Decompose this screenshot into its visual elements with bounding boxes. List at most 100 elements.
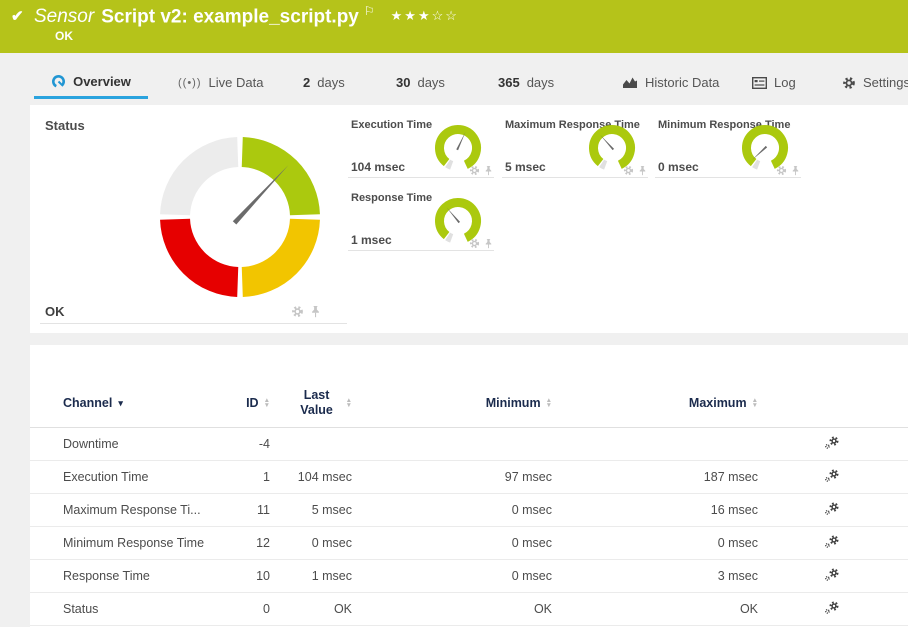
channel-name: Maximum Response Ti...: [30, 493, 230, 526]
channel-maximum: OK: [552, 592, 758, 625]
priority-stars-rating[interactable]: ★★★☆☆: [391, 8, 459, 23]
gauge-segment-error: [175, 219, 238, 282]
gauge-needle: [233, 163, 290, 224]
channel-minimum: [352, 427, 552, 460]
column-label: ID: [246, 396, 259, 410]
gear-icon[interactable]: [469, 238, 480, 249]
area-chart-icon: [622, 76, 638, 89]
column-header-last-value[interactable]: Last Value▲▼: [270, 379, 352, 427]
tab-settings[interactable]: Settings: [842, 66, 908, 99]
channel-last-value: OK: [270, 592, 352, 625]
column-header-minimum[interactable]: Minimum▲▼: [352, 379, 552, 427]
column-label: Minimum: [486, 396, 541, 410]
pin-icon[interactable]: [638, 165, 647, 176]
table-row: Status 0 OK OK OK: [30, 592, 908, 625]
tab-365-days[interactable]: 365 days: [498, 66, 554, 99]
sensor-page: ✔ SensorScript v2: example_script.py⚐★★★…: [0, 0, 908, 627]
tab-30-days[interactable]: 30 days: [396, 66, 445, 99]
gauge-segment-inactive: [175, 152, 238, 215]
tab-live-data[interactable]: ((•)) Live Data: [178, 66, 263, 99]
status-panel-controls: [291, 305, 321, 318]
channel-settings-gears-icon[interactable]: [824, 600, 840, 615]
gauge-value: 0 msec: [658, 160, 699, 174]
page-title: Script v2: example_script.py: [101, 6, 359, 27]
channel-minimum: 0 msec: [352, 559, 552, 592]
gear-icon: [842, 76, 856, 90]
column-header-channel[interactable]: Channel▾: [30, 379, 230, 427]
gauge-icon: [51, 74, 66, 89]
sort-descending-icon: ▾: [118, 398, 123, 408]
priority-flag-icon[interactable]: ⚐: [364, 4, 375, 18]
gauge-value: 5 msec: [505, 160, 546, 174]
tab-label: days: [317, 75, 344, 90]
gear-icon[interactable]: [291, 305, 304, 318]
tab-historic-data[interactable]: Historic Data: [622, 66, 719, 99]
object-kind-label: Sensor: [34, 6, 94, 27]
channel-minimum: 0 msec: [352, 526, 552, 559]
channel-settings-gears-icon[interactable]: [824, 501, 840, 516]
channel-maximum: 3 msec: [552, 559, 758, 592]
tab-label: days: [417, 75, 444, 90]
channel-name: Minimum Response Time: [30, 526, 230, 559]
gauge-segment-warning: [242, 219, 305, 282]
tab-log[interactable]: Log: [752, 66, 796, 99]
status-gauge: [155, 132, 325, 302]
channel-id: 0: [230, 592, 270, 625]
channel-table-body: Downtime -4 Execution Time 1 104 msec 97…: [30, 427, 908, 625]
channel-last-value: 104 msec: [270, 460, 352, 493]
tab-2-days[interactable]: 2 days: [303, 66, 345, 99]
channel-settings-gears-icon[interactable]: [824, 534, 840, 549]
gear-icon[interactable]: [623, 165, 634, 176]
gauge-controls: [469, 238, 493, 249]
table-row: Execution Time 1 104 msec 97 msec 187 ms…: [30, 460, 908, 493]
pin-icon[interactable]: [484, 238, 493, 249]
channel-settings-gears-icon[interactable]: [824, 468, 840, 483]
channel-id: 11: [230, 493, 270, 526]
tab-number: 30: [396, 75, 410, 90]
tab-overview[interactable]: Overview: [34, 66, 148, 99]
channel-id: 10: [230, 559, 270, 592]
gauge-label: Execution Time: [351, 119, 432, 131]
column-label: Maximum: [689, 396, 747, 410]
channel-name: Status: [30, 592, 230, 625]
column-label: Last Value: [293, 388, 341, 418]
table-row: Downtime -4: [30, 427, 908, 460]
gauge-value: 1 msec: [351, 233, 392, 247]
mini-gauge-minimum-response-time: Minimum Response Time 0 msec: [655, 117, 801, 178]
gauge-value: 104 msec: [351, 160, 405, 174]
channel-minimum: 0 msec: [352, 493, 552, 526]
log-list-icon: [752, 77, 767, 89]
channel-last-value: 1 msec: [270, 559, 352, 592]
pin-icon[interactable]: [310, 305, 321, 318]
tab-label: Live Data: [209, 75, 264, 90]
status-gauge-title: Status: [45, 118, 85, 133]
channel-id: 12: [230, 526, 270, 559]
channel-maximum: [552, 427, 758, 460]
column-header-id[interactable]: ID▲▼: [230, 379, 270, 427]
channel-maximum: 187 msec: [552, 460, 758, 493]
channel-id: 1: [230, 460, 270, 493]
gauge-needle: [752, 146, 768, 161]
pin-icon[interactable]: [791, 165, 800, 176]
table-header-row: Channel▾ ID▲▼ Last Value▲▼ Minimum▲▼ Max…: [30, 379, 908, 427]
sensor-title-line: Sensor Script v2: example_script.py ⚐ ★★★☆☆: [34, 4, 459, 28]
channel-maximum: 0 msec: [552, 526, 758, 559]
gauge-controls: [623, 165, 647, 176]
gauge-controls: [469, 165, 493, 176]
gear-icon[interactable]: [776, 165, 787, 176]
table-row: Response Time 10 1 msec 0 msec 3 msec: [30, 559, 908, 592]
tab-label: Overview: [73, 74, 131, 89]
channel-settings-gears-icon[interactable]: [824, 435, 840, 450]
gauge-controls: [776, 165, 800, 176]
pin-icon[interactable]: [484, 165, 493, 176]
mini-gauge-execution-time: Execution Time 104 msec: [348, 117, 494, 178]
channel-name: Downtime: [30, 427, 230, 460]
channel-settings-gears-icon[interactable]: [824, 567, 840, 582]
mini-gauge-maximum-response-time: Maximum Response Time 5 msec: [502, 117, 648, 178]
gear-icon[interactable]: [469, 165, 480, 176]
column-header-maximum[interactable]: Maximum ▲▼: [552, 379, 758, 427]
channel-table: Channel▾ ID▲▼ Last Value▲▼ Minimum▲▼ Max…: [30, 379, 908, 626]
sort-icon: ▲▼: [752, 398, 758, 408]
channel-last-value: 5 msec: [270, 493, 352, 526]
table-row: Maximum Response Ti... 11 5 msec 0 msec …: [30, 493, 908, 526]
